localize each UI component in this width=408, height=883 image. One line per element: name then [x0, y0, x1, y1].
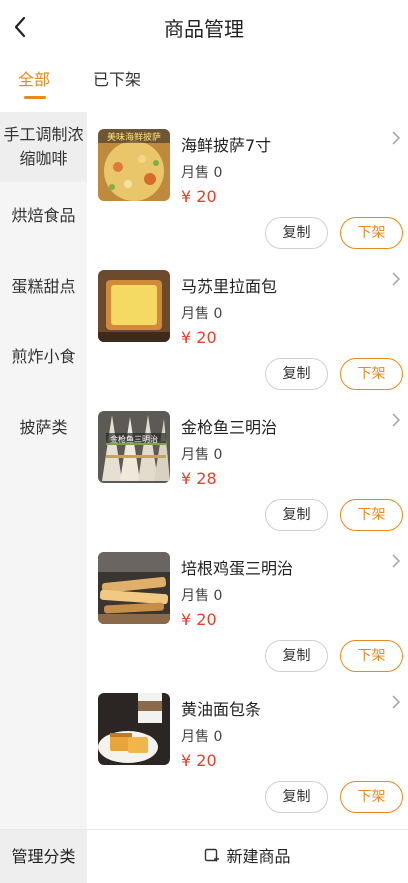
new-product-button[interactable]: 新建商品 [87, 830, 408, 883]
off-shelf-button[interactable]: 下架 [340, 781, 403, 813]
product-price: ¥ 28 [181, 469, 217, 488]
copy-button[interactable]: 复制 [265, 358, 328, 390]
product-item[interactable]: 培根鸡蛋三明治 月售 0 ¥ 20 复制 下架 [87, 544, 408, 685]
product-name: 海鲜披萨7寸 [181, 136, 272, 155]
product-image-butter-bread-stick [98, 693, 170, 765]
product-name: 培根鸡蛋三明治 [181, 559, 294, 578]
product-price: ¥ 20 [181, 328, 217, 347]
category-label: 手工调制浓缩咖啡 [3, 125, 84, 168]
product-image-seafood-pizza: 美味海鲜披萨 [98, 129, 170, 201]
category-item-espresso[interactable]: 手工调制浓缩咖啡 [0, 112, 87, 182]
product-monthly-sales: 月售 0 [181, 447, 223, 463]
product-image-tuna-sandwich: 金枪鱼三明治 [98, 411, 170, 483]
chevron-right-icon[interactable] [390, 694, 402, 710]
active-tab-indicator [24, 96, 46, 99]
tab-bar: 全部 已下架 [0, 54, 408, 112]
copy-button[interactable]: 复制 [265, 640, 328, 672]
manage-categories-button[interactable]: 管理分类 [0, 830, 87, 883]
category-item-pizza[interactable]: 披萨类 [0, 416, 87, 440]
product-name: 黄油面包条 [181, 700, 262, 719]
product-price: ¥ 20 [181, 187, 217, 206]
page-title: 商品管理 [164, 17, 244, 41]
product-price: ¥ 20 [181, 610, 217, 629]
product-monthly-sales: 月售 0 [181, 588, 223, 604]
new-product-label: 新建商品 [226, 847, 291, 866]
product-item[interactable]: 黄油面包条 月售 0 ¥ 20 复制 下架 [87, 685, 408, 826]
add-product-icon [205, 848, 220, 862]
off-shelf-button[interactable]: 下架 [340, 358, 403, 390]
product-item[interactable]: 美味海鲜披萨 海鲜披萨7寸 月售 0 ¥ 20 复制 下架 [87, 121, 408, 262]
tab-off-shelf[interactable]: 已下架 [93, 66, 141, 90]
copy-button[interactable]: 复制 [265, 217, 328, 249]
chevron-right-icon[interactable] [390, 553, 402, 569]
chevron-right-icon[interactable] [390, 130, 402, 146]
off-shelf-button[interactable]: 下架 [340, 217, 403, 249]
product-name: 金枪鱼三明治 [181, 418, 278, 437]
tab-all[interactable]: 全部 [18, 66, 50, 90]
copy-button[interactable]: 复制 [265, 781, 328, 813]
off-shelf-button[interactable]: 下架 [340, 499, 403, 531]
bottom-bar: 管理分类 新建商品 [0, 829, 408, 883]
off-shelf-button[interactable]: 下架 [340, 640, 403, 672]
product-price: ¥ 20 [181, 751, 217, 770]
product-image-caption: 金枪鱼三明治 [110, 435, 158, 444]
product-image-caption: 美味海鲜披萨 [106, 133, 161, 143]
category-item-bakery[interactable]: 烘焙食品 [0, 204, 87, 228]
product-monthly-sales: 月售 0 [181, 729, 223, 745]
product-item[interactable]: 金枪鱼三明治 金枪鱼三明治 月售 0 ¥ 28 复制 下架 [87, 403, 408, 544]
product-monthly-sales: 月售 0 [181, 306, 223, 322]
product-item[interactable]: 马苏里拉面包 月售 0 ¥ 20 复制 下架 [87, 262, 408, 403]
product-name: 马苏里拉面包 [181, 277, 278, 296]
category-item-cake-dessert[interactable]: 蛋糕甜点 [0, 275, 87, 299]
product-list: 美味海鲜披萨 海鲜披萨7寸 月售 0 ¥ 20 复制 下架 马苏里拉面包 月售 … [87, 112, 408, 829]
copy-button[interactable]: 复制 [265, 499, 328, 531]
product-image-bacon-egg-sandwich [98, 552, 170, 624]
header-bar: 商品管理 [0, 0, 408, 54]
category-sidebar: 手工调制浓缩咖啡 烘焙食品 蛋糕甜点 煎炸小食 披萨类 [0, 112, 87, 829]
category-item-fried-snacks[interactable]: 煎炸小食 [0, 345, 87, 369]
product-image-mozzarella-bread [98, 270, 170, 342]
chevron-right-icon[interactable] [390, 271, 402, 287]
chevron-right-icon[interactable] [390, 412, 402, 428]
product-monthly-sales: 月售 0 [181, 165, 223, 181]
